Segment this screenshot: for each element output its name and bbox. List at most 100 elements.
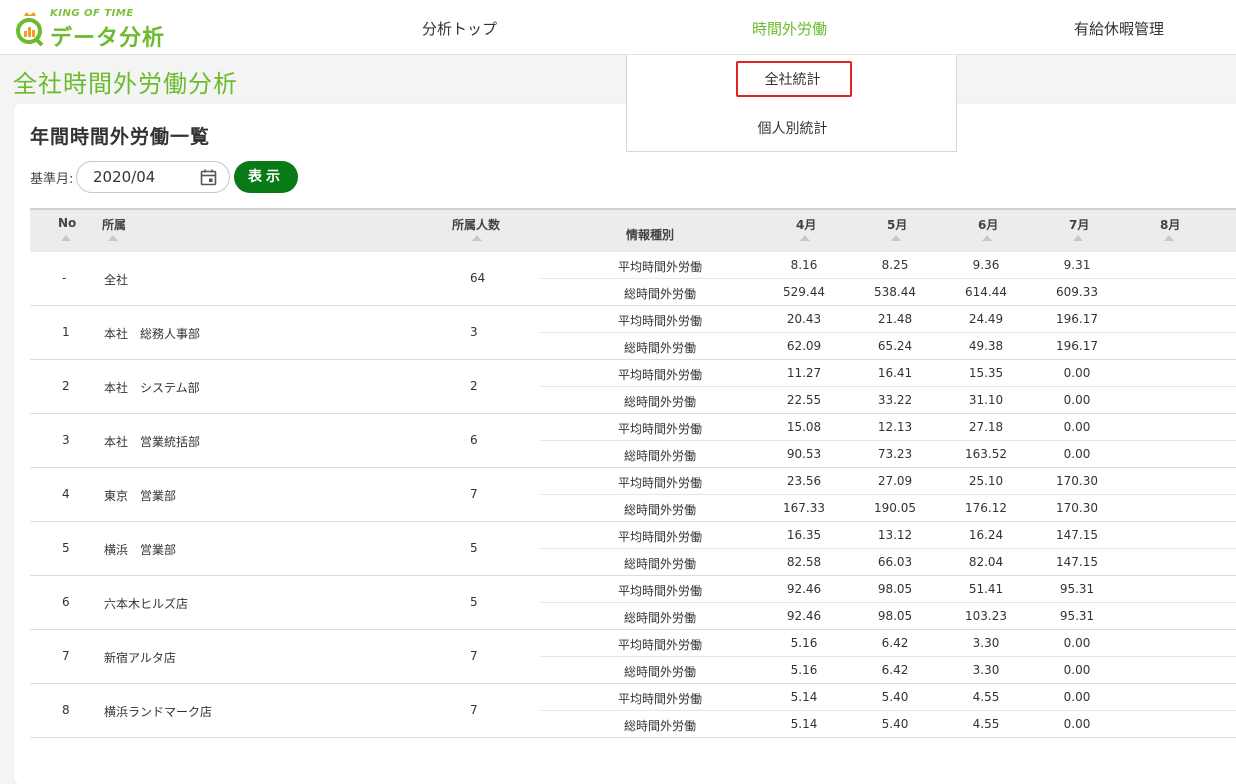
col-header-no[interactable]: No	[58, 216, 76, 230]
sort-arrow-icon[interactable]	[108, 235, 118, 241]
col-header-month-5[interactable]: 5月	[887, 216, 907, 233]
row-count-cell: 2	[470, 379, 478, 393]
total-overtime-subrow: 総時間外労働 5.14 5.40 4.55 0.00	[540, 711, 1236, 738]
month-value-cell: 33.22	[877, 393, 913, 407]
month-value-cell: 4.55	[972, 717, 1000, 731]
month-value-cell: 22.55	[786, 393, 822, 407]
nav-paid-leave[interactable]: 有給休暇管理	[1074, 18, 1164, 39]
nav-analysis-top[interactable]: 分析トップ	[422, 18, 497, 39]
sort-arrow-icon[interactable]	[800, 235, 810, 241]
table-row: 1 本社 総務人事部 3 平均時間外労働 20.43 21.48 24.49 196.17 総時…	[30, 306, 1236, 360]
row-dept-cell: 本社 システム部	[104, 381, 200, 395]
card-title: 年間時間外労働一覧	[30, 126, 211, 148]
top-header: KING OF TIME データ分析 分析トップ 時間外労働 有給休暇管理	[0, 0, 1236, 55]
sort-arrow-icon[interactable]	[61, 235, 71, 241]
row-count-cell: 5	[470, 595, 478, 609]
sort-arrow-icon[interactable]	[1164, 235, 1174, 241]
menu-item-individual-stats[interactable]: 個人別統計	[627, 118, 958, 138]
metric-label-cell: 総時間外労働	[623, 287, 696, 301]
month-value-cell: 5.14	[790, 717, 818, 731]
table-row: 4 東京 営業部 7 平均時間外労働 23.56 27.09 25.10 170.30 総時間外…	[30, 468, 1236, 522]
metric-label-cell: 総時間外労働	[623, 341, 696, 355]
avg-overtime-subrow: 平均時間外労働 5.16 6.42 3.30 0.00	[540, 630, 1236, 657]
month-value-cell: 8.25	[881, 258, 909, 272]
month-value-cell: 13.12	[877, 528, 913, 542]
month-value-cell: 5.40	[881, 690, 909, 704]
avg-overtime-subrow: 平均時間外労働 8.16 8.25 9.36 9.31	[540, 252, 1236, 279]
base-month-input[interactable]: 2020/04	[76, 161, 230, 193]
col-header-month-4[interactable]: 4月	[796, 216, 816, 233]
month-value-cell: 196.17	[1056, 339, 1098, 353]
month-value-cell: 12.13	[877, 420, 913, 434]
month-value-cell: 0.00	[1063, 393, 1091, 407]
avg-overtime-subrow: 平均時間外労働 15.08 12.13 27.18 0.00	[540, 414, 1236, 441]
row-dept-cell: 横浜 営業部	[104, 543, 177, 557]
month-value-cell: 167.33	[783, 501, 825, 515]
avg-overtime-subrow: 平均時間外労働 23.56 27.09 25.10 170.30	[540, 468, 1236, 495]
month-value-cell: 98.05	[877, 582, 913, 596]
nav-overtime[interactable]: 時間外労働	[752, 18, 827, 39]
menu-item-company-stats[interactable]: 全社統計	[627, 69, 958, 89]
sort-arrow-icon[interactable]	[472, 235, 482, 241]
month-value-cell: 92.46	[786, 609, 822, 623]
total-overtime-subrow: 総時間外労働 22.55 33.22 31.10 0.00	[540, 387, 1236, 414]
month-value-cell: 9.31	[1063, 258, 1091, 272]
col-header-month-8[interactable]: 8月	[1160, 216, 1180, 233]
row-dept-cell: 横浜ランドマーク店	[104, 705, 213, 719]
total-overtime-subrow: 総時間外労働 62.09 65.24 49.38 196.17	[540, 333, 1236, 360]
table-row: 8 横浜ランドマーク店 7 平均時間外労働 5.14 5.40 4.55 0.00 総時間外労働…	[30, 684, 1236, 738]
row-no-cell: 6	[62, 595, 70, 609]
row-dept-cell: 全社	[104, 273, 129, 287]
row-no-cell: 7	[62, 649, 70, 663]
month-value-cell: 609.33	[1056, 285, 1098, 299]
row-no-cell: 2	[62, 379, 70, 393]
month-value-cell: 65.24	[877, 339, 913, 353]
month-value-cell: 20.43	[786, 312, 822, 326]
month-value-cell: 66.03	[877, 555, 913, 569]
month-value-cell: 82.04	[968, 555, 1004, 569]
month-value-cell: 3.30	[972, 663, 1000, 677]
calendar-icon[interactable]	[200, 169, 217, 186]
metric-label-cell: 平均時間外労働	[617, 638, 702, 652]
col-header-count[interactable]: 所属人数	[452, 216, 500, 233]
month-value-cell: 49.38	[968, 339, 1004, 353]
month-value-cell: 82.58	[786, 555, 822, 569]
month-value-cell: 176.12	[965, 501, 1007, 515]
col-header-month-6[interactable]: 6月	[978, 216, 998, 233]
sort-arrow-icon[interactable]	[982, 235, 992, 241]
table-row: 2 本社 システム部 2 平均時間外労働 11.27 16.41 15.35 0.00 総時間外…	[30, 360, 1236, 414]
month-value-cell: 0.00	[1063, 663, 1091, 677]
avg-overtime-subrow: 平均時間外労働 5.14 5.40 4.55 0.00	[540, 684, 1236, 711]
month-value-cell: 0.00	[1063, 636, 1091, 650]
metric-label-cell: 総時間外労働	[623, 557, 696, 571]
metric-label-cell: 総時間外労働	[623, 665, 696, 679]
month-value-cell: 0.00	[1063, 420, 1091, 434]
metric-label-cell: 総時間外労働	[623, 719, 696, 733]
total-overtime-subrow: 総時間外労働 5.16 6.42 3.30 0.00	[540, 657, 1236, 684]
metric-label-cell: 平均時間外労働	[617, 368, 702, 382]
avg-overtime-subrow: 平均時間外労働 11.27 16.41 15.35 0.00	[540, 360, 1236, 387]
col-header-dept[interactable]: 所属	[102, 216, 126, 233]
sort-arrow-icon[interactable]	[1073, 235, 1083, 241]
month-value-cell: 16.35	[786, 528, 822, 542]
month-value-cell: 3.30	[972, 636, 1000, 650]
month-value-cell: 147.15	[1056, 555, 1098, 569]
row-count-cell: 7	[470, 649, 478, 663]
logo-title-text: データ分析	[50, 26, 166, 51]
col-header-month-7[interactable]: 7月	[1069, 216, 1089, 233]
metric-label-cell: 平均時間外労働	[617, 476, 702, 490]
avg-overtime-subrow: 平均時間外労働 20.43 21.48 24.49 196.17	[540, 306, 1236, 333]
col-header-info-type: 情報種別	[626, 228, 675, 242]
month-value-cell: 103.23	[965, 609, 1007, 623]
month-value-cell: 95.31	[1059, 582, 1095, 596]
metric-label-cell: 総時間外労働	[623, 395, 696, 409]
row-dept-cell: 新宿アルタ店	[104, 651, 176, 665]
app-logo[interactable]: KING OF TIME データ分析	[14, 8, 174, 51]
overtime-dropdown-menu: 全社統計 個人別統計	[626, 55, 957, 152]
month-value-cell: 27.18	[968, 420, 1004, 434]
month-value-cell: 538.44	[874, 285, 916, 299]
month-value-cell: 15.08	[786, 420, 822, 434]
sort-arrow-icon[interactable]	[891, 235, 901, 241]
show-button[interactable]: 表示	[234, 161, 298, 193]
logo-brand-text: KING OF TIME	[50, 8, 134, 19]
